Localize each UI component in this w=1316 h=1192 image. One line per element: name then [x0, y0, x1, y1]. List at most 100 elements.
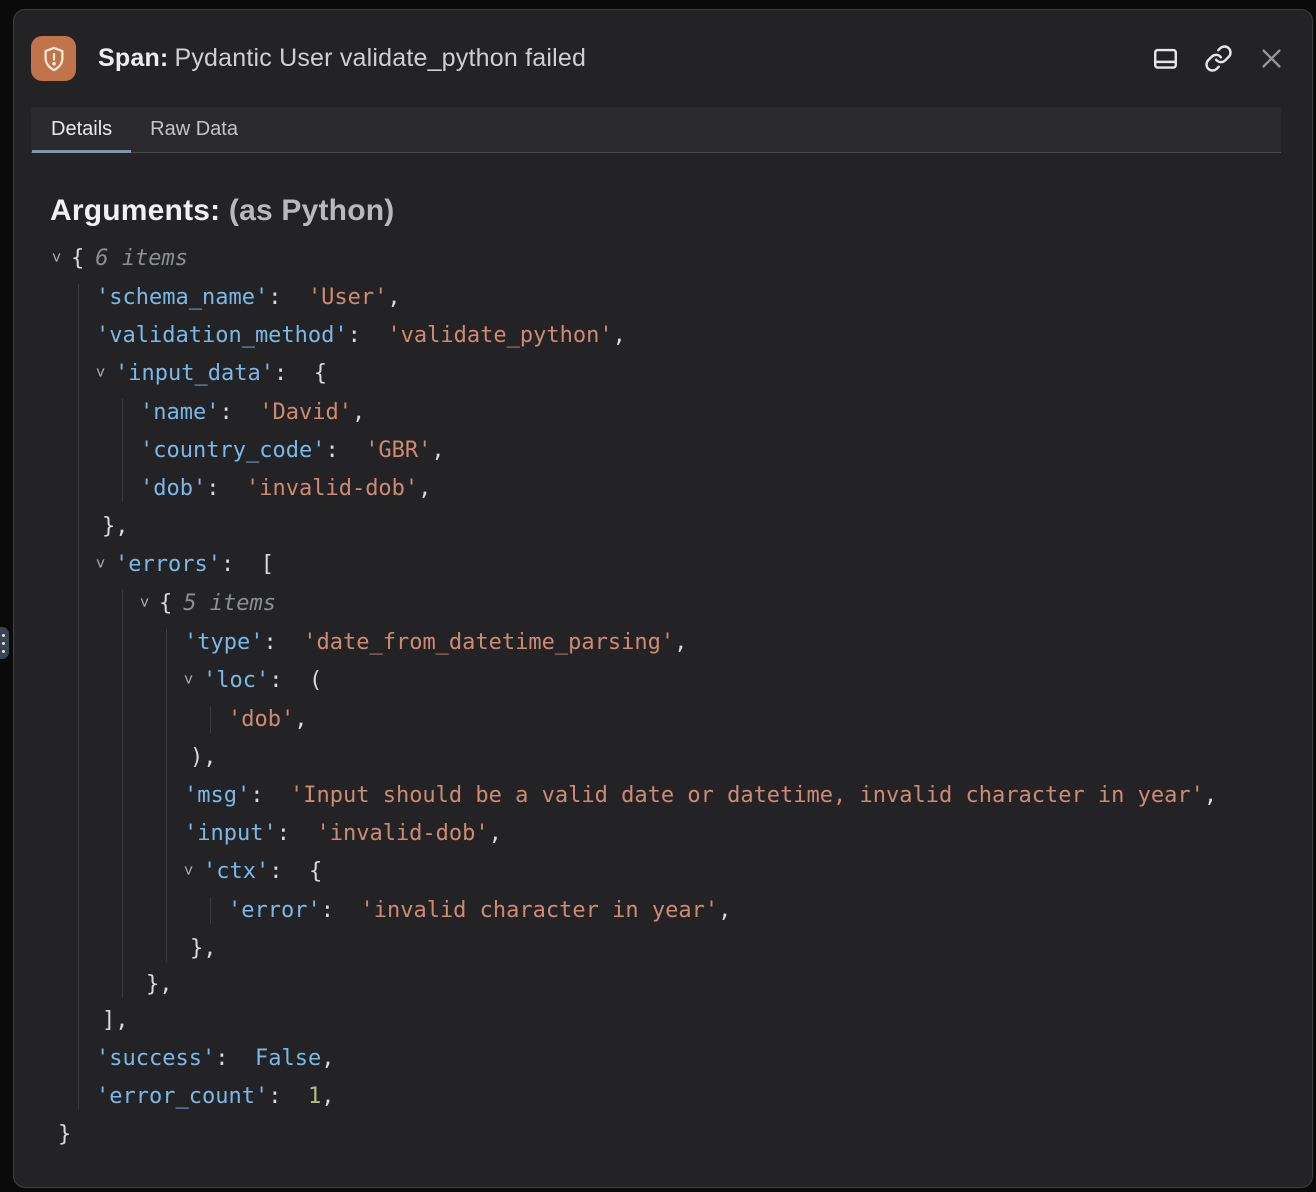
token-punct: :: [263, 630, 303, 655]
grip-dots-icon: [2, 634, 5, 637]
token-punct: },: [190, 936, 217, 961]
token-number: 1: [308, 1084, 321, 1109]
collapse-chevron-icon[interactable]: [140, 590, 159, 618]
token-punct: ,: [352, 400, 365, 425]
copy-link-icon: [1204, 44, 1233, 73]
panel-header: Span:Pydantic User validate_python faile…: [14, 10, 1312, 107]
panel-drag-handle[interactable]: [0, 627, 9, 659]
token-key: 'error': [228, 898, 321, 923]
token-key: 'schema_name': [96, 285, 268, 310]
tab-bar: Details Raw Data: [31, 107, 1281, 153]
tree-line: 'country_code': 'GBR',: [140, 437, 1312, 464]
token-punct: ,: [321, 1046, 334, 1071]
token-punct: :: [215, 1046, 255, 1071]
tree-line: 'error_count': 1,: [96, 1083, 1312, 1110]
collapse-chevron-icon[interactable]: [184, 858, 203, 886]
tree-line: ),: [184, 744, 1312, 771]
token-key: 'dob': [140, 476, 206, 501]
arguments-heading-suffix: (as Python): [229, 194, 395, 227]
tree-children: 'schema_name': 'User','validation_method…: [78, 284, 1312, 1110]
token-punct: ,: [418, 476, 431, 501]
token-punct: :: [268, 285, 308, 310]
tree-line: 'ctx': {: [184, 858, 1312, 886]
token-string: 'date_from_datetime_parsing': [303, 630, 674, 655]
close-button[interactable]: [1254, 42, 1288, 76]
tree-line: },: [184, 935, 1312, 962]
collapse-chevron-icon[interactable]: [184, 667, 203, 695]
token-meta: 5 items: [183, 591, 276, 616]
header-actions: [1148, 42, 1288, 76]
token-key: 'validation_method': [96, 323, 348, 348]
token-key: 'errors': [115, 552, 221, 577]
dock-panel-bottom-button[interactable]: [1148, 42, 1182, 76]
tab-raw-data[interactable]: Raw Data: [131, 107, 257, 152]
tree-line: 'error': 'invalid character in year',: [228, 897, 1312, 924]
dock-panel-bottom-icon: [1151, 44, 1180, 73]
tree-line: 'schema_name': 'User',: [96, 284, 1312, 311]
token-punct: ,: [387, 285, 400, 310]
token-punct: ,: [1204, 783, 1217, 808]
tree-children: 'type': 'date_from_datetime_parsing','lo…: [166, 629, 1312, 962]
token-key: 'ctx': [203, 859, 269, 884]
tree-line: },: [140, 971, 1312, 998]
token-punct: ,: [613, 323, 626, 348]
token-punct: :: [250, 783, 290, 808]
tree-line: }: [52, 1121, 1312, 1148]
token-punct: :: [277, 821, 317, 846]
collapse-chevron-icon[interactable]: [96, 360, 115, 388]
tree-children: {5 items 'type': 'date_from_datetime_pars…: [122, 590, 1312, 998]
tree-children: 'name': 'David', 'country_code': 'GBR', 'd…: [122, 399, 1312, 502]
token-punct: : {: [269, 859, 322, 884]
tab-details-label: Details: [51, 118, 112, 141]
token-punct: ,: [294, 707, 307, 732]
tree-line: 'validation_method': 'validate_python',: [96, 322, 1312, 349]
token-string: 'invalid character in year': [360, 898, 718, 923]
tree-line: 'input': 'invalid-dob',: [184, 820, 1312, 847]
token-key: 'error_count': [96, 1084, 268, 1109]
close-icon: [1258, 45, 1285, 72]
arguments-heading-bold: Arguments:: [50, 194, 220, 227]
token-string: 'invalid-dob': [246, 476, 418, 501]
panel-title: Span:Pydantic User validate_python faile…: [98, 44, 586, 73]
arguments-section-heading: Arguments: (as Python): [50, 194, 1312, 228]
collapse-chevron-icon[interactable]: [52, 245, 71, 273]
token-punct: :: [348, 323, 388, 348]
token-punct: },: [146, 972, 173, 997]
token-string: 'David': [259, 400, 352, 425]
token-string: 'User': [308, 285, 387, 310]
token-punct: :: [321, 898, 361, 923]
copy-link-button[interactable]: [1201, 42, 1235, 76]
span-title-text: Pydantic User validate_python failed: [174, 44, 586, 72]
token-punct: ,: [489, 821, 502, 846]
token-punct: :: [325, 438, 365, 463]
collapse-chevron-icon[interactable]: [96, 551, 115, 579]
token-punct: }: [58, 1122, 71, 1147]
token-key: 'input': [184, 821, 277, 846]
token-punct: ,: [718, 898, 731, 923]
tab-details[interactable]: Details: [32, 107, 131, 152]
tree-line: 'msg': 'Input should be a valid date or …: [184, 782, 1312, 809]
token-key: 'country_code': [140, 438, 325, 463]
token-punct: {: [71, 246, 84, 271]
token-key: 'name': [140, 400, 219, 425]
tree-children: 'error': 'invalid character in year',: [210, 897, 1312, 924]
token-punct: ,: [321, 1084, 334, 1109]
token-meta: 6 items: [95, 246, 188, 271]
token-string: 'dob': [228, 707, 294, 732]
token-key: 'type': [184, 630, 263, 655]
token-punct: :: [268, 1084, 308, 1109]
token-string: 'validate_python': [387, 323, 612, 348]
token-string: 'Input should be a valid date or datetim…: [290, 783, 1204, 808]
span-detail-panel: Span:Pydantic User validate_python faile…: [13, 9, 1313, 1188]
token-punct: ,: [674, 630, 687, 655]
tree-children: 'dob',: [210, 706, 1312, 733]
token-punct: },: [102, 514, 129, 539]
token-key: 'input_data': [115, 361, 274, 386]
tab-raw-data-label: Raw Data: [150, 118, 238, 141]
token-punct: : {: [274, 361, 327, 386]
tree-line: 'dob': 'invalid-dob',: [140, 475, 1312, 502]
span-kind-label: Span:: [98, 44, 168, 72]
token-punct: :: [206, 476, 246, 501]
tree-line: {5 items: [140, 590, 1312, 618]
arguments-tree: {6 items'schema_name': 'User','validatio…: [50, 245, 1312, 1148]
